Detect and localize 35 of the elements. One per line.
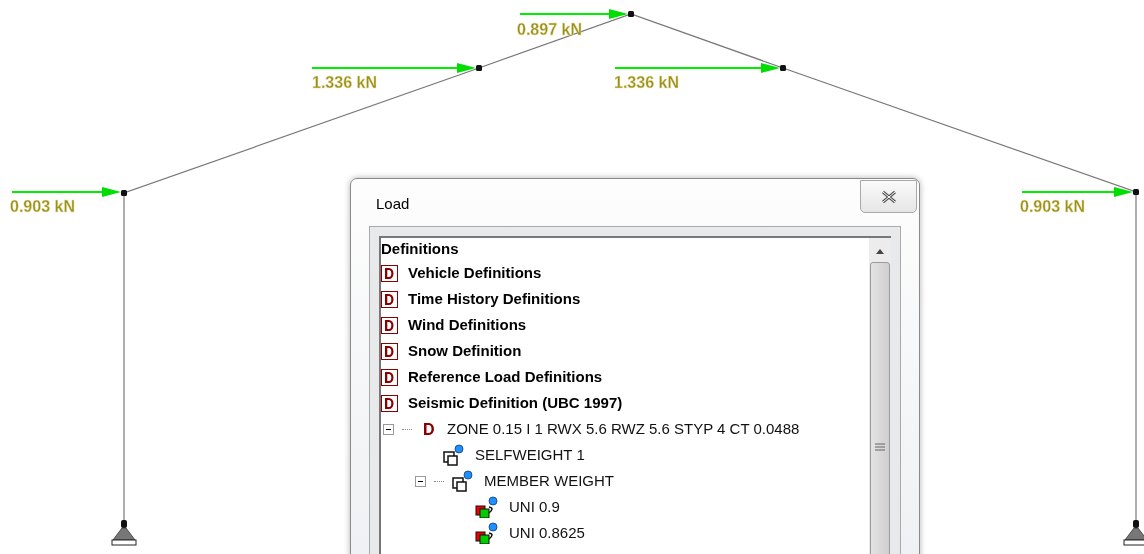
load-case-icon [475, 496, 499, 518]
window-title: Load [376, 194, 410, 214]
tree-item[interactable]: ZONE 0.15 I 1 RWX 5.6 RWZ 5.6 STYP 4 CT 0.0488 [445, 417, 802, 441]
load-label: 1.336 kN [614, 74, 679, 91]
vertical-scrollbar[interactable] [869, 238, 891, 554]
scroll-up-arrow-icon[interactable] [875, 248, 885, 254]
tree-item[interactable]: Seismic Definition (UBC 1997) [406, 391, 625, 415]
tree-item[interactable]: Wind Definitions [406, 313, 529, 337]
close-icon [880, 189, 897, 204]
load-case-icon [475, 522, 499, 544]
grip-icon [875, 443, 885, 451]
load-label: 0.897 kN [517, 21, 582, 38]
scrollbar-thumb[interactable] [870, 262, 890, 554]
tree-item[interactable]: Reference Load Definitions [406, 365, 605, 389]
node-marker [121, 190, 127, 196]
load-label: 1.336 kN [312, 74, 377, 91]
collapse-toggle[interactable] [415, 475, 426, 487]
close-button[interactable] [860, 180, 917, 213]
node-marker [628, 11, 634, 17]
load-label: 0.903 kN [10, 198, 75, 215]
load-group-icon [443, 444, 465, 466]
collapse-toggle[interactable] [383, 423, 394, 435]
tree-heading: Definitions [381, 239, 460, 259]
tree-item[interactable]: Time History Definitions [406, 287, 583, 311]
tree-item[interactable]: UNI 0.8625 [507, 521, 587, 545]
tree-item[interactable]: MEMBER WEIGHT [482, 469, 616, 493]
tree-item[interactable]: Vehicle Definitions [406, 261, 544, 285]
node-marker [780, 65, 786, 71]
tree-item[interactable]: SELFWEIGHT 1 [473, 443, 587, 467]
load-label: 0.903 kN [1020, 198, 1085, 215]
load-group-icon [452, 470, 474, 492]
tree-item[interactable]: Snow Definition [406, 339, 524, 363]
node-marker [476, 65, 482, 71]
tree-item[interactable]: UNI 0.9 [507, 495, 562, 519]
node-marker [1133, 189, 1139, 195]
